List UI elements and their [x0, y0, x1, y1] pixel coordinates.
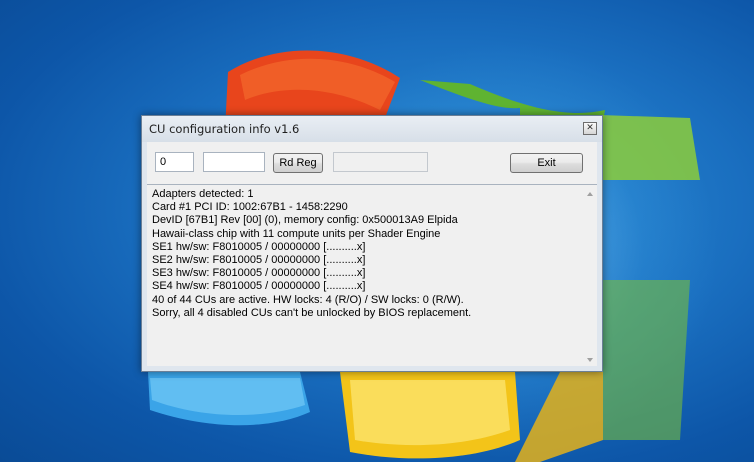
- logo-green-pane-light: [600, 115, 700, 180]
- title-bar[interactable]: CU configuration info v1.6 ✕: [142, 116, 602, 142]
- output-line: SE1 hw/sw: F8010005 / 00000000 [........…: [152, 240, 366, 253]
- output-line: SE4 hw/sw: F8010005 / 00000000 [........…: [152, 280, 366, 293]
- output-line: Sorry, all 4 disabled CUs can't be unloc…: [152, 306, 472, 319]
- rd-reg-button[interactable]: Rd Reg: [273, 153, 323, 173]
- output-text: Adapters detected: 1 Card #1 PCI ID: 1002…: [152, 188, 471, 320]
- vertical-scrollbar[interactable]: [585, 185, 597, 365]
- output-line: Hawaii-class chip with 11 compute units …: [152, 227, 441, 240]
- output-line: Adapters detected: 1: [152, 188, 254, 200]
- output-line: DevID [67B1] Rev [00] (0), memory config…: [152, 214, 458, 227]
- output-textarea[interactable]: Adapters detected: 1 Card #1 PCI ID: 1002…: [147, 184, 597, 366]
- logo-green-corner: [603, 280, 690, 440]
- output-line: Card #1 PCI ID: 1002:67B1 - 1458:2290: [152, 201, 348, 214]
- logo-gold-corner: [515, 372, 603, 462]
- output-line: SE2 hw/sw: F8010005 / 00000000 [........…: [152, 254, 366, 267]
- close-icon[interactable]: ✕: [583, 122, 597, 135]
- adapter-index-field[interactable]: 0: [155, 152, 194, 172]
- scroll-down-arrow-icon[interactable]: [587, 358, 593, 362]
- output-line: 40 of 44 CUs are active. HW locks: 4 (R/…: [152, 293, 464, 306]
- output-line: SE3 hw/sw: F8010005 / 00000000 [........…: [152, 267, 366, 280]
- client-area: 0 Rd Reg Exit Adapters detected: 1 Card #…: [147, 142, 597, 366]
- result-field: [333, 152, 428, 172]
- scroll-up-arrow-icon[interactable]: [587, 192, 593, 196]
- register-input[interactable]: [203, 152, 265, 172]
- window-title: CU configuration info v1.6: [149, 122, 300, 136]
- logo-yellow-pane-light: [350, 380, 510, 446]
- exit-button[interactable]: Exit: [510, 153, 583, 173]
- cu-info-window: CU configuration info v1.6 ✕ 0 Rd Reg Ex…: [141, 115, 603, 372]
